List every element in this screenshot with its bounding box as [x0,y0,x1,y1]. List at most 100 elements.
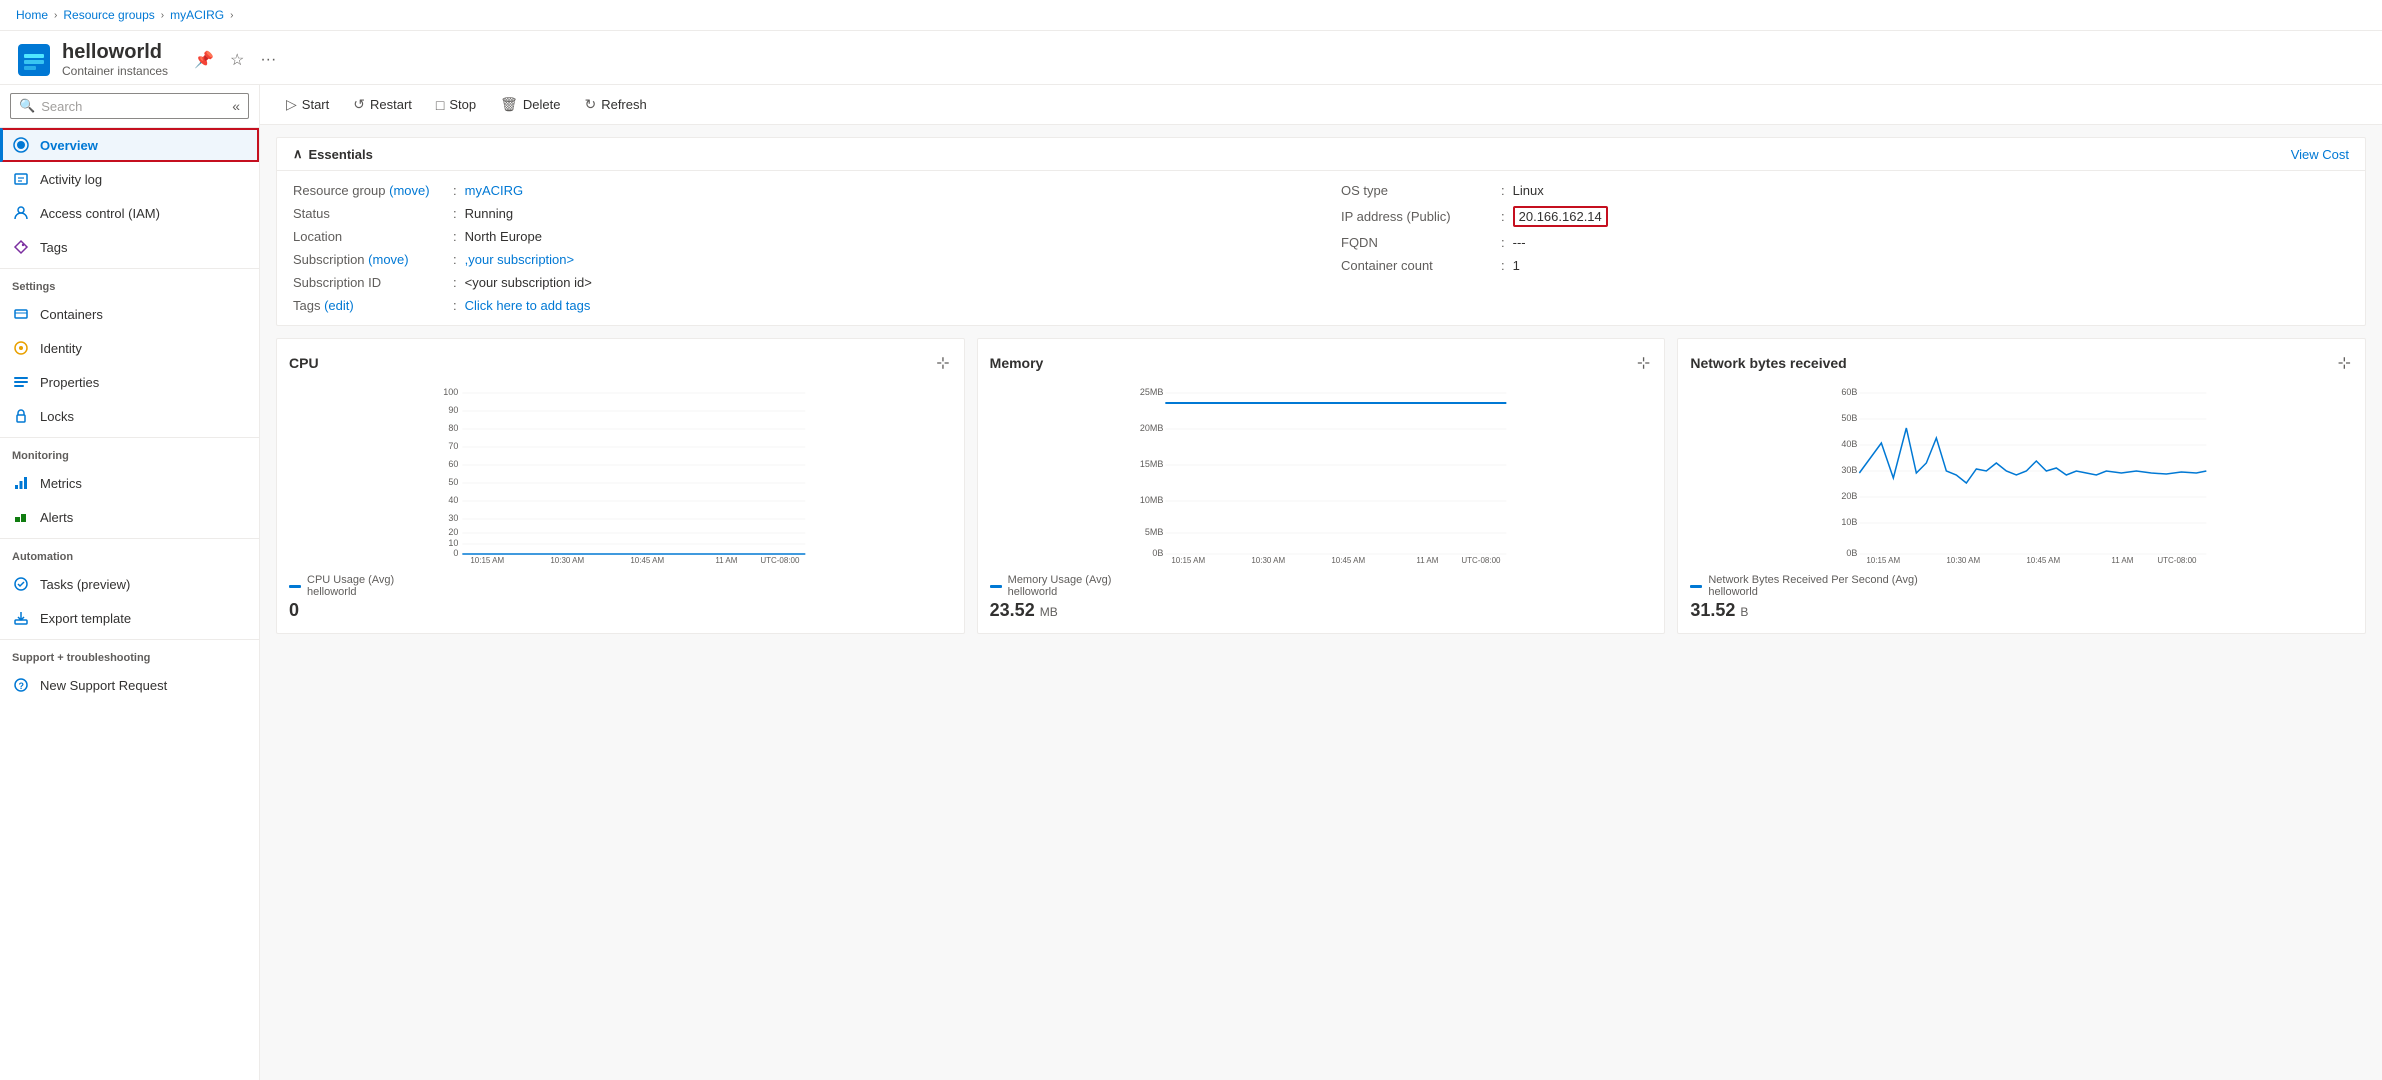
network-chart-footer: Network Bytes Received Per Second (Avg) … [1690,574,2353,598]
essentials-value-status: Running [465,206,513,221]
breadcrumb-sep-1: › [54,10,57,21]
support-icon: ? [12,676,30,694]
memory-chart-footer: Memory Usage (Avg) helloworld [990,574,1653,598]
sidebar-item-access-control[interactable]: Access control (IAM) [0,196,259,230]
cpu-legend-sub: helloworld [307,586,394,598]
svg-text:10:15 AM: 10:15 AM [1171,556,1205,563]
network-chart-area: 60B 50B 40B 30B 20B 10B 0B [1690,383,2353,566]
essentials-value-rg[interactable]: myACIRG [465,183,524,198]
resource-icon [16,42,52,78]
sidebar-label-alerts: Alerts [40,510,73,525]
essentials-value-os: Linux [1513,183,1544,198]
svg-text:50B: 50B [1842,413,1858,423]
svg-text:11 AM: 11 AM [715,556,737,563]
sidebar-item-locks[interactable]: Locks [0,399,259,433]
cpu-legend-text: CPU Usage (Avg) helloworld [307,574,394,598]
cpu-legend-color [289,585,301,588]
essentials-key-subscription: Subscription (move) [293,252,453,267]
start-icon: ▷ [286,96,297,113]
network-pin-button[interactable]: ⊹ [2336,351,2353,375]
sidebar: 🔍 « Overview Activity log [0,85,260,1080]
svg-text:70: 70 [448,441,458,451]
memory-pin-button[interactable]: ⊹ [1635,351,1652,375]
search-input[interactable] [41,99,226,114]
monitoring-section-header: Monitoring [0,437,259,466]
settings-section-header: Settings [0,268,259,297]
essentials-title: ∧ Essentials [293,146,373,162]
view-cost-link[interactable]: View Cost [2291,147,2349,162]
restart-label: Restart [370,97,412,112]
essentials-key-tags: Tags (edit) [293,298,453,313]
favorite-button[interactable]: ☆ [226,46,248,74]
sidebar-label-new-support: New Support Request [40,678,167,693]
properties-icon [12,373,30,391]
restart-button[interactable]: ↺ Restart [343,91,422,118]
tags-icon [12,238,30,256]
svg-text:UTC-08:00: UTC-08:00 [2158,556,2198,563]
cpu-chart-card: CPU ⊹ 100 90 80 70 60 50 40 30 20 [276,338,965,634]
breadcrumb-myacirg[interactable]: myACIRG [170,8,224,22]
essentials-value-subscription[interactable]: ,your subscription> [465,252,574,267]
essentials-value-sub-id: <your subscription id> [465,275,592,290]
collapse-button[interactable]: « [232,98,240,114]
sidebar-item-new-support[interactable]: ? New Support Request [0,668,259,702]
essentials-value-tags[interactable]: Click here to add tags [465,298,591,313]
breadcrumb-home[interactable]: Home [16,8,48,22]
svg-text:0B: 0B [1847,548,1858,558]
delete-button[interactable]: 🗑 Delete [490,91,570,118]
content-area: ▷ Start ↺ Restart □ Stop 🗑 Delete ↻ Refr… [260,85,2382,1080]
essentials-key-status: Status [293,206,453,221]
refresh-icon: ↻ [584,96,596,113]
sidebar-item-tasks[interactable]: Tasks (preview) [0,567,259,601]
sidebar-item-metrics[interactable]: Metrics [0,466,259,500]
sidebar-item-identity[interactable]: Identity [0,331,259,365]
sidebar-item-alerts[interactable]: Alerts [0,500,259,534]
essentials-row-container-count: Container count : 1 [1341,258,2349,273]
sidebar-item-activity-log[interactable]: Activity log [0,162,259,196]
move-link-rg[interactable]: (move) [389,183,429,198]
sidebar-label-activity-log: Activity log [40,172,102,187]
locks-icon [12,407,30,425]
svg-text:60B: 60B [1842,387,1858,397]
svg-text:10:15 AM: 10:15 AM [470,556,504,563]
network-legend-sub: helloworld [1708,586,1918,598]
edit-tags-link[interactable]: (edit) [324,298,354,313]
memory-chart-svg: 25MB 20MB 15MB 10MB 5MB 0B [990,383,1653,563]
stop-button[interactable]: □ Stop [426,92,486,118]
cpu-chart-area: 100 90 80 70 60 50 40 30 20 10 0 [289,383,952,566]
svg-text:20: 20 [448,527,458,537]
svg-text:11 AM: 11 AM [2112,556,2134,563]
svg-text:?: ? [19,681,25,691]
svg-text:20MB: 20MB [1139,423,1163,433]
sidebar-item-properties[interactable]: Properties [0,365,259,399]
svg-text:15MB: 15MB [1139,459,1163,469]
automation-section-header: Automation [0,538,259,567]
more-button[interactable]: ··· [256,47,280,73]
sidebar-item-export-template[interactable]: Export template [0,601,259,635]
essentials-right: OS type : Linux IP address (Public) : 20… [1341,183,2349,313]
svg-text:UTC-08:00: UTC-08:00 [1461,556,1501,563]
main-layout: 🔍 « Overview Activity log [0,85,2382,1080]
resource-name: helloworld [62,41,168,64]
refresh-button[interactable]: ↻ Refresh [574,91,656,118]
cpu-pin-button[interactable]: ⊹ [934,351,951,375]
essentials-row-tags: Tags (edit) : Click here to add tags [293,298,1301,313]
resource-title-area: helloworld Container instances [62,41,168,78]
sidebar-label-export-template: Export template [40,611,131,626]
move-link-sub[interactable]: (move) [368,252,408,267]
svg-text:30B: 30B [1842,465,1858,475]
sidebar-item-containers[interactable]: Containers [0,297,259,331]
breadcrumb-resource-groups[interactable]: Resource groups [63,8,154,22]
sidebar-item-overview[interactable]: Overview [0,128,259,162]
memory-legend-color [990,585,1002,588]
restart-icon: ↺ [353,96,365,113]
essentials-row-status: Status : Running [293,206,1301,221]
sidebar-item-tags[interactable]: Tags [0,230,259,264]
start-button[interactable]: ▷ Start [276,91,339,118]
stop-icon: □ [436,97,444,113]
sidebar-label-containers: Containers [40,307,103,322]
support-section-header: Support + troubleshooting [0,639,259,668]
svg-text:10:15 AM: 10:15 AM [1867,556,1901,563]
pin-button[interactable]: 📌 [190,46,218,74]
refresh-label: Refresh [601,97,647,112]
